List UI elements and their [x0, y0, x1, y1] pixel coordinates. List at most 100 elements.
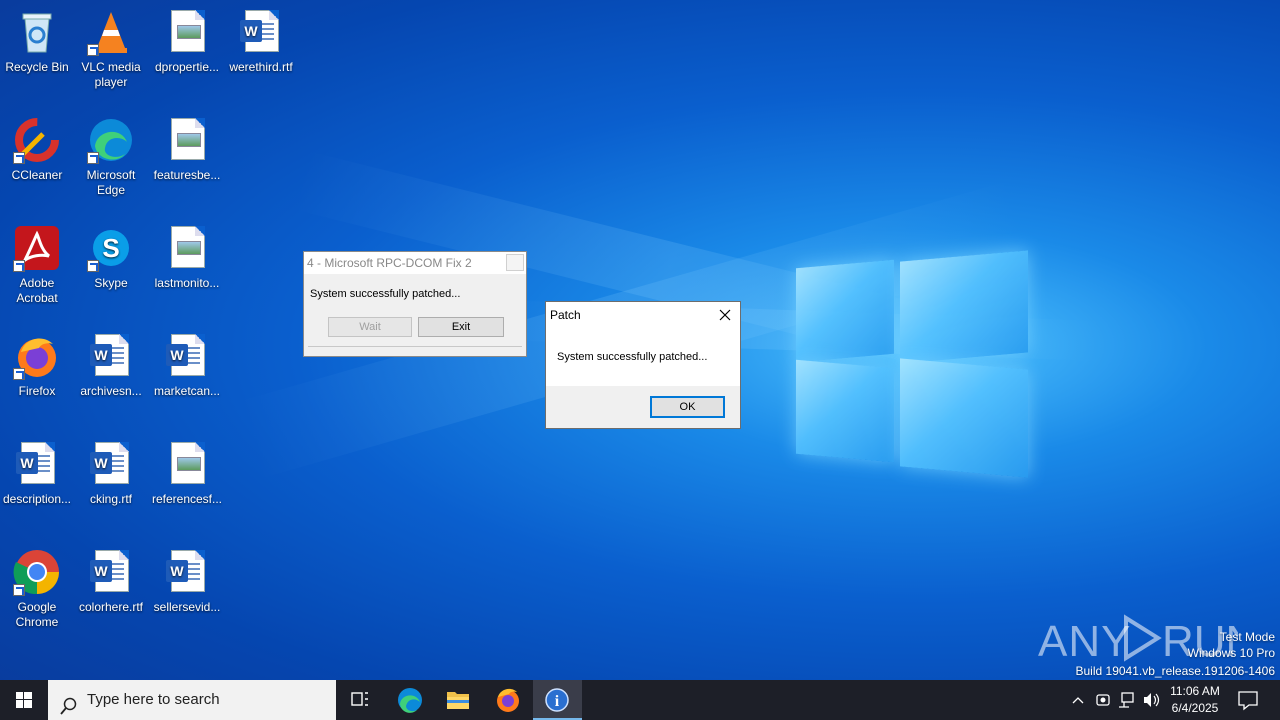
- image-file-icon: [163, 8, 211, 56]
- build-label: Build 19041.vb_release.191206-1406: [1075, 664, 1276, 678]
- desktop-icon-lastmonito[interactable]: lastmonito...: [150, 224, 224, 291]
- dialog-title-bar[interactable]: Patch: [546, 302, 740, 328]
- desktop-icon-colorhere[interactable]: W colorhere.rtf: [74, 548, 148, 615]
- test-mode-label: Test Mode: [1219, 630, 1275, 644]
- word-document-icon: W: [237, 8, 285, 56]
- edge-icon: [87, 116, 135, 164]
- chevron-up-icon: [1072, 697, 1084, 704]
- desktop-icon-dpropertie[interactable]: dpropertie...: [150, 8, 224, 75]
- chrome-icon: [13, 548, 61, 596]
- desktop-icon-cking[interactable]: W cking.rtf: [74, 440, 148, 507]
- desktop-icon-marketcan[interactable]: W marketcan...: [150, 332, 224, 399]
- desktop-icon-label: Skype: [94, 276, 128, 290]
- dialog-message: System successfully patched...: [557, 351, 708, 363]
- exit-button[interactable]: Exit: [418, 317, 504, 337]
- desktop-icon-archivesn[interactable]: W archivesn...: [74, 332, 148, 399]
- recycle-bin-icon: [13, 8, 61, 56]
- rpc-dcom-fix-dialog: 4 - Microsoft RPC-DCOM Fix 2 System succ…: [303, 251, 527, 357]
- taskbar-active-app[interactable]: i: [533, 680, 582, 720]
- desktop-icon-label: sellersevid...: [153, 600, 221, 614]
- word-document-icon: W: [13, 440, 61, 488]
- notification-icon: [1238, 691, 1258, 711]
- taskbar-file-explorer[interactable]: [434, 680, 482, 720]
- desktop-icon-label: Microsoft Edge: [86, 168, 136, 197]
- start-button[interactable]: [0, 680, 48, 720]
- desktop-icon-label: colorhere.rtf: [78, 600, 144, 614]
- desktop-icon-ccleaner[interactable]: CCleaner: [0, 116, 74, 183]
- action-center-button[interactable]: [1232, 680, 1264, 720]
- dialog-message: System successfully patched...: [310, 288, 461, 300]
- word-document-icon: W: [87, 440, 135, 488]
- desktop-icon-microsoft-edge[interactable]: Microsoft Edge: [74, 116, 148, 198]
- desktop-icon-label: description...: [2, 492, 72, 506]
- desktop-icon-label: archivesn...: [80, 384, 142, 398]
- clock-time: 11:06 AM: [1170, 684, 1220, 698]
- desktop-icon-recycle-bin[interactable]: Recycle Bin: [0, 8, 74, 75]
- dialog-title-bar[interactable]: 4 - Microsoft RPC-DCOM Fix 2: [304, 252, 526, 274]
- desktop-icon-referencesf[interactable]: referencesf...: [150, 440, 224, 507]
- desktop-icon-sellersevid[interactable]: W sellersevid...: [150, 548, 224, 615]
- desktop-icon-label: featuresbe...: [153, 168, 221, 182]
- dialog-title: Patch: [550, 308, 581, 322]
- search-icon: [60, 691, 78, 715]
- taskbar: Type here to search i 11:06 AM 6/4/2025: [0, 680, 1280, 720]
- close-icon[interactable]: [716, 306, 734, 324]
- desktop-icon-label: dpropertie...: [154, 60, 220, 74]
- edge-icon: [398, 688, 422, 713]
- desktop-icon-label: marketcan...: [153, 384, 221, 398]
- word-document-icon: W: [163, 548, 211, 596]
- firefox-icon: [13, 332, 61, 380]
- desktop-icon-firefox[interactable]: Firefox: [0, 332, 74, 399]
- image-file-icon: [163, 116, 211, 164]
- network-button[interactable]: [1116, 680, 1138, 720]
- tray-app-icon[interactable]: [1092, 680, 1114, 720]
- camera-icon: [1096, 694, 1110, 706]
- desktop-icon-label: Adobe Acrobat: [16, 276, 58, 305]
- skype-icon: S: [87, 224, 135, 272]
- svg-text:i: i: [555, 693, 560, 710]
- clock[interactable]: 11:06 AM 6/4/2025: [1162, 683, 1228, 717]
- search-placeholder: Type here to search: [87, 691, 220, 708]
- windows-logo: [796, 242, 1028, 480]
- desktop-icon-label: referencesf...: [151, 492, 223, 506]
- desktop-icon-label: Firefox: [18, 384, 56, 398]
- show-hidden-icons-button[interactable]: [1068, 680, 1088, 720]
- desktop-icon-skype[interactable]: S Skype: [74, 224, 148, 291]
- wait-button[interactable]: Wait: [328, 317, 412, 337]
- image-file-icon: [163, 440, 211, 488]
- desktop-icon-label: cking.rtf: [89, 492, 132, 506]
- svg-text:ANY: ANY: [1038, 617, 1131, 664]
- vlc-cone-icon: [87, 8, 135, 56]
- desktop-icon-label: werethird.rtf: [229, 60, 293, 74]
- windows-edition-label: Windows 10 Pro: [1187, 646, 1275, 660]
- desktop-icon-vlc[interactable]: VLC media player: [74, 8, 148, 90]
- image-file-icon: [163, 224, 211, 272]
- ok-button[interactable]: OK: [650, 396, 725, 418]
- close-button[interactable]: [506, 254, 524, 271]
- ccleaner-icon: [13, 116, 61, 164]
- task-view-button[interactable]: [336, 680, 384, 720]
- word-document-icon: W: [87, 548, 135, 596]
- status-divider: [308, 346, 522, 348]
- desktop-icon-google-chrome[interactable]: Google Chrome: [0, 548, 74, 630]
- desktop-icon-werethird[interactable]: W werethird.rtf: [224, 8, 298, 75]
- desktop-icon-featuresbe[interactable]: featuresbe...: [150, 116, 224, 183]
- desktop-icon-adobe-acrobat[interactable]: Adobe Acrobat: [0, 224, 74, 306]
- taskbar-edge[interactable]: [386, 680, 434, 720]
- taskbar-firefox[interactable]: [484, 680, 532, 720]
- folder-icon: [447, 692, 469, 709]
- volume-button[interactable]: [1140, 680, 1162, 720]
- network-icon: [1119, 692, 1134, 708]
- desktop-icon-label: CCleaner: [11, 168, 63, 182]
- desktop-icon-description[interactable]: W description...: [0, 440, 74, 507]
- desktop-icon-label: Recycle Bin: [5, 60, 69, 74]
- search-box[interactable]: Type here to search: [48, 680, 336, 720]
- svg-text:S: S: [102, 233, 119, 263]
- clock-date: 6/4/2025: [1171, 701, 1219, 715]
- task-view-icon: [351, 692, 368, 706]
- desktop-icon-label: Google Chrome: [15, 600, 59, 629]
- windows-start-icon: [16, 692, 32, 708]
- speaker-icon: [1144, 693, 1160, 707]
- desktop-icon-label: VLC media player: [81, 60, 141, 89]
- desktop-icon-label: lastmonito...: [154, 276, 220, 290]
